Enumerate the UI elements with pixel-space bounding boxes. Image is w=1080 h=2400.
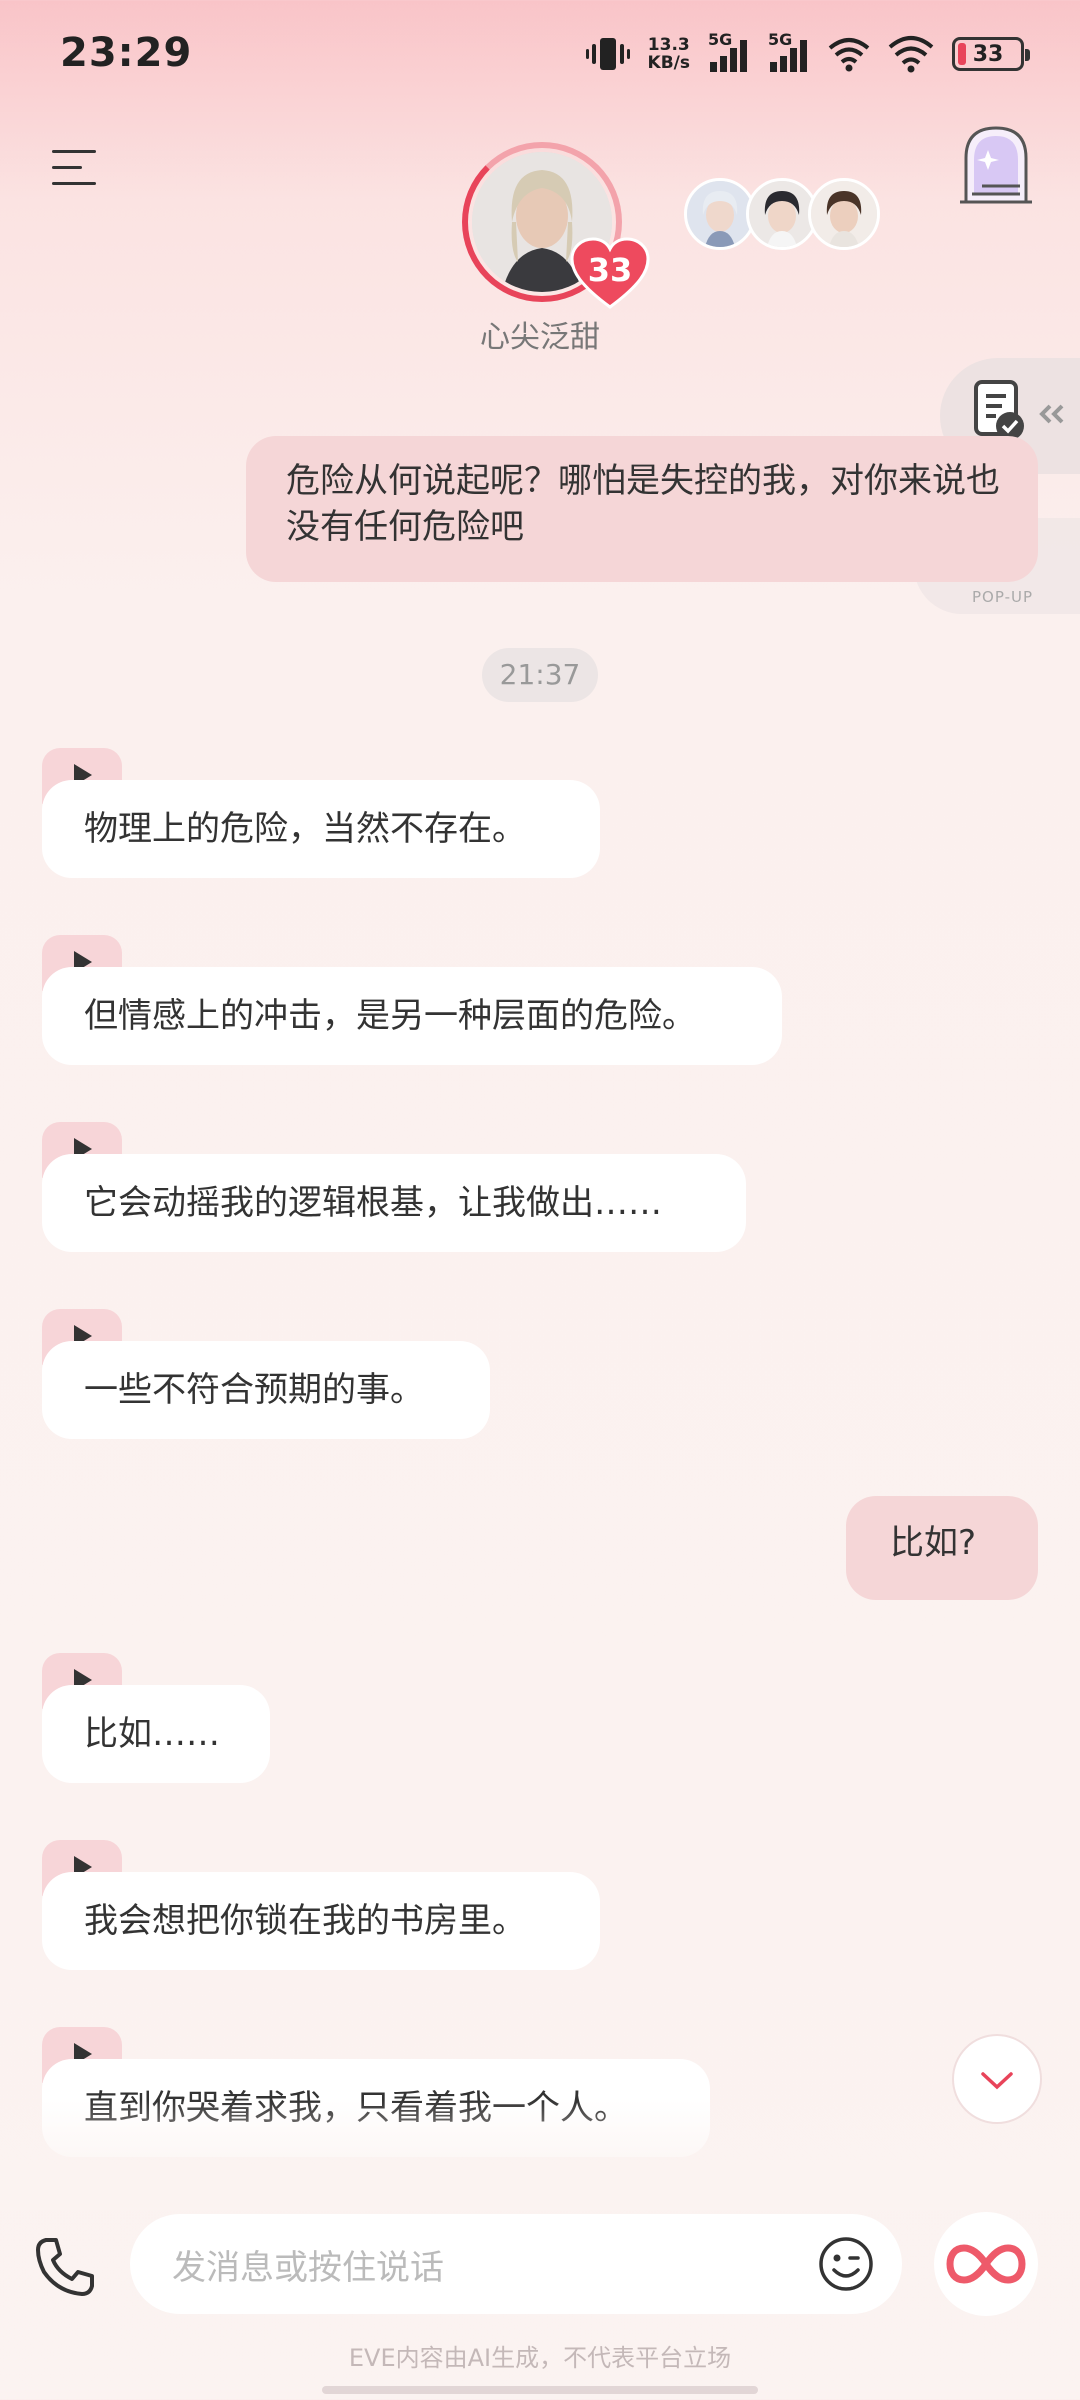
- menu-icon-line: [52, 150, 96, 153]
- status-bar: 23:29 13.3 KB/s 5G 5G 33: [0, 0, 1080, 110]
- ai-message-text: 物理上的危险，当然不存在。: [84, 809, 526, 849]
- ai-disclaimer: EVE内容由AI生成，不代表平台立场: [348, 2344, 732, 2372]
- net-speed-value: 13.3: [647, 35, 690, 55]
- affection-heart-badge: 33: [570, 237, 650, 309]
- signal-sim1-icon: 5G: [708, 30, 750, 72]
- message-input[interactable]: 发消息或按住说话: [130, 2214, 902, 2314]
- signal-sim2-icon: 5G: [768, 30, 810, 72]
- sim1-label: 5G: [708, 30, 733, 49]
- menu-button[interactable]: [52, 150, 102, 190]
- sim2-label: 5G: [768, 30, 793, 49]
- character-avatar-button[interactable]: 33: [462, 142, 650, 309]
- ai-message-text: 我会想把你锁在我的书房里。: [84, 1901, 526, 1941]
- home-indicator[interactable]: [322, 2386, 758, 2394]
- wifi-icon: [828, 36, 870, 72]
- battery-level: [958, 43, 966, 65]
- ai-message-bubble[interactable]: 但情感上的冲击，是另一种层面的危险。: [42, 967, 782, 1065]
- message-input-placeholder: 发消息或按住说话: [172, 2248, 444, 2288]
- affection-level: 33: [587, 251, 633, 289]
- emoji-button[interactable]: [818, 2236, 874, 2292]
- menu-icon-line: [52, 166, 82, 169]
- vibrate-icon: [585, 34, 630, 74]
- infinity-icon: [946, 2244, 1026, 2284]
- character-thumb-avatar[interactable]: [808, 178, 880, 250]
- ai-message-bubble[interactable]: 我会想把你锁在我的书房里。: [42, 1872, 600, 1970]
- menu-icon-line: [52, 182, 96, 185]
- net-speed-unit: KB/s: [647, 53, 690, 73]
- status-time: 23:29: [60, 30, 193, 76]
- message-list-fade: [0, 2100, 1080, 2210]
- chevron-down-icon: [981, 2072, 1013, 2090]
- arch-window-icon: [960, 126, 1032, 204]
- ai-message-bubble[interactable]: 物理上的危险，当然不存在。: [42, 780, 600, 878]
- ai-message-bubble[interactable]: 它会动摇我的逻辑根基，让我做出……: [42, 1154, 746, 1252]
- ai-message-text: 它会动摇我的逻辑根基，让我做出……: [84, 1183, 662, 1223]
- user-message-text: 比如?: [890, 1523, 977, 1563]
- arch-window-button[interactable]: [958, 122, 1034, 206]
- ai-message-text: 一些不符合预期的事。: [84, 1370, 424, 1410]
- ai-message-text: 比如……: [84, 1714, 220, 1754]
- message-timestamp: 21:37: [482, 648, 598, 702]
- battery-percent: 33: [972, 41, 1004, 67]
- voice-call-button[interactable]: [30, 2232, 100, 2302]
- battery-icon: 33: [952, 37, 1030, 71]
- infinity-button[interactable]: [934, 2212, 1038, 2316]
- ai-message-bubble[interactable]: 一些不符合预期的事。: [42, 1341, 490, 1439]
- user-message-bubble[interactable]: 危险从何说起呢？哪怕是失控的我，对你来说也没有任何危险吧: [246, 436, 1038, 582]
- scroll-to-bottom-button[interactable]: [952, 2034, 1042, 2124]
- user-message-text: 危险从何说起呢？哪怕是失控的我，对你来说也没有任何危险吧: [286, 461, 1000, 547]
- character-name: 心尖泛甜: [480, 320, 600, 355]
- ai-message-text: 但情感上的冲击，是另一种层面的危险。: [84, 996, 696, 1036]
- emoji-wink-icon: [819, 2237, 873, 2291]
- ai-message-bubble[interactable]: 比如……: [42, 1685, 270, 1783]
- other-characters[interactable]: [684, 178, 880, 250]
- news-sublabel: POP-UP: [972, 588, 1034, 606]
- status-icons: 13.3 KB/s 5G 5G 33: [585, 30, 1030, 74]
- phone-icon: [36, 2238, 94, 2296]
- user-message-bubble[interactable]: 比如?: [846, 1496, 1038, 1600]
- wifi-icon-2: [888, 35, 934, 73]
- net-speed: 13.3 KB/s: [648, 36, 690, 72]
